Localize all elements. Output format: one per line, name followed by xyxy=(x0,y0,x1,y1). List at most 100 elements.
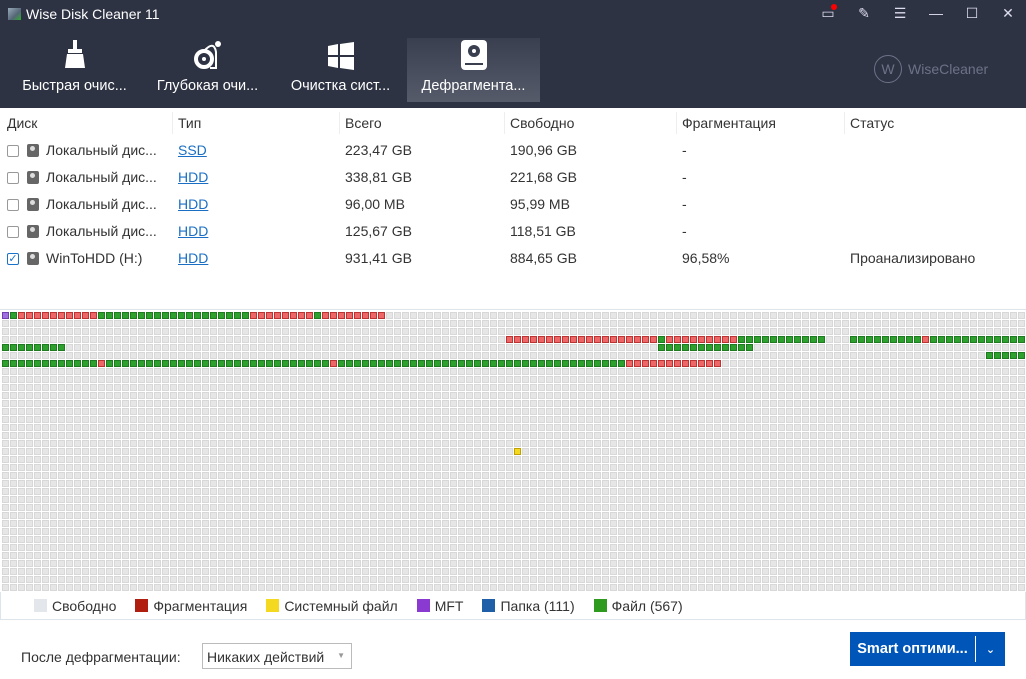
row-checkbox[interactable] xyxy=(7,144,19,157)
cluster-cell xyxy=(82,552,89,559)
cluster-cell xyxy=(954,376,961,383)
chevron-down-icon[interactable]: ⌄ xyxy=(976,643,1005,656)
tab-deep-clean[interactable]: Глубокая очи... xyxy=(141,38,274,102)
cluster-cell xyxy=(578,496,585,503)
cluster-cell xyxy=(386,536,393,543)
cluster-cell xyxy=(682,488,689,495)
cluster-cell xyxy=(42,528,49,535)
col-total[interactable]: Всего xyxy=(339,112,382,134)
col-fragmentation[interactable]: Фрагментация xyxy=(676,112,776,134)
cluster-cell xyxy=(914,528,921,535)
vacuum-icon xyxy=(193,41,221,69)
edit-icon[interactable]: ✎ xyxy=(846,0,882,26)
minimize-button[interactable]: — xyxy=(918,0,954,26)
cluster-cell xyxy=(234,512,241,519)
cluster-cell xyxy=(50,432,57,439)
cluster-cell xyxy=(970,320,977,327)
disk-type-link[interactable]: HDD xyxy=(178,196,208,212)
col-disk[interactable]: Диск xyxy=(7,112,37,134)
tab-system-clean[interactable]: Очистка сист... xyxy=(274,38,407,102)
row-checkbox[interactable] xyxy=(7,225,19,238)
table-row[interactable]: ✓ WinToHDD (H:) HDD 931,41 GB 884,65 GB 9… xyxy=(0,244,1014,271)
table-row[interactable]: Локальный дис... HDD 96,00 MB 95,99 MB - xyxy=(0,190,1014,217)
cluster-cell xyxy=(434,344,441,351)
cluster-cell xyxy=(386,328,393,335)
cluster-cell xyxy=(186,576,193,583)
col-free[interactable]: Свободно xyxy=(504,112,574,134)
cluster-cell xyxy=(234,568,241,575)
smart-optimize-button[interactable]: Smart оптими... ⌄ xyxy=(850,632,1005,666)
cluster-cell xyxy=(906,496,913,503)
disk-type-link[interactable]: SSD xyxy=(178,142,207,158)
disk-type-link[interactable]: HDD xyxy=(178,250,208,266)
after-defrag-select[interactable]: Никаких действий ▼ xyxy=(202,643,352,669)
table-row[interactable]: Локальный дис... SSD 223,47 GB 190,96 GB… xyxy=(0,136,1014,163)
cluster-cell xyxy=(794,352,801,359)
cluster-cell xyxy=(258,424,265,431)
wisecleaner-logo[interactable]: W WiseCleaner xyxy=(874,55,988,83)
table-row[interactable]: Локальный дис... HDD 125,67 GB 118,51 GB… xyxy=(0,217,1014,244)
cluster-cell xyxy=(370,512,377,519)
cluster-cell xyxy=(810,312,817,319)
cluster-cell xyxy=(530,520,537,527)
cluster-cell xyxy=(298,320,305,327)
cluster-cell xyxy=(530,368,537,375)
row-checkbox[interactable] xyxy=(7,198,19,211)
cluster-cell xyxy=(90,568,97,575)
cluster-cell xyxy=(666,336,673,343)
cluster-cell xyxy=(1002,488,1009,495)
tab-quick-clean[interactable]: Быстрая очис... xyxy=(8,38,141,102)
cluster-cell xyxy=(354,448,361,455)
cluster-cell xyxy=(962,408,969,415)
menu-icon[interactable]: ☰ xyxy=(882,0,918,26)
cluster-cell xyxy=(866,584,873,591)
tab-defrag[interactable]: Дефрагмента... xyxy=(407,38,540,102)
cluster-cell xyxy=(386,448,393,455)
maximize-button[interactable]: ☐ xyxy=(954,0,990,26)
cluster-cell xyxy=(690,360,697,367)
row-checkbox[interactable]: ✓ xyxy=(7,252,19,265)
cluster-cell xyxy=(138,360,145,367)
cluster-cell xyxy=(562,528,569,535)
cluster-cell xyxy=(394,352,401,359)
cluster-cell xyxy=(186,560,193,567)
feedback-icon[interactable]: ▭ xyxy=(810,0,846,26)
cluster-cell xyxy=(1018,392,1025,399)
cluster-cell xyxy=(26,528,33,535)
cluster-cell xyxy=(362,416,369,423)
cluster-cell xyxy=(586,552,593,559)
cluster-cell xyxy=(690,376,697,383)
cluster-cell xyxy=(418,312,425,319)
cluster-cell xyxy=(970,384,977,391)
col-type[interactable]: Тип xyxy=(172,112,201,134)
disk-type-link[interactable]: HDD xyxy=(178,169,208,185)
disk-type-link[interactable]: HDD xyxy=(178,223,208,239)
cluster-cell xyxy=(242,360,249,367)
cluster-cell xyxy=(674,560,681,567)
cluster-cell xyxy=(418,520,425,527)
cluster-cell xyxy=(442,376,449,383)
close-button[interactable]: ✕ xyxy=(990,0,1026,26)
cluster-cell xyxy=(514,432,521,439)
cluster-cell xyxy=(74,448,81,455)
cluster-cell xyxy=(138,512,145,519)
cluster-cell xyxy=(474,320,481,327)
cluster-cell xyxy=(210,560,217,567)
cluster-cell xyxy=(394,384,401,391)
cluster-cell xyxy=(586,312,593,319)
cluster-cell xyxy=(594,432,601,439)
cluster-cell xyxy=(394,528,401,535)
cluster-cell xyxy=(466,456,473,463)
row-checkbox[interactable] xyxy=(7,171,19,184)
table-scrollbar[interactable] xyxy=(1014,110,1026,310)
cluster-cell xyxy=(98,408,105,415)
cluster-cell xyxy=(946,336,953,343)
table-row[interactable]: Локальный дис... HDD 338,81 GB 221,68 GB… xyxy=(0,163,1014,190)
cluster-cell xyxy=(402,560,409,567)
cluster-cell xyxy=(794,376,801,383)
cluster-cell xyxy=(378,488,385,495)
col-status[interactable]: Статус xyxy=(844,112,894,134)
cluster-cell xyxy=(458,480,465,487)
cluster-cell xyxy=(394,480,401,487)
cluster-cell xyxy=(290,424,297,431)
